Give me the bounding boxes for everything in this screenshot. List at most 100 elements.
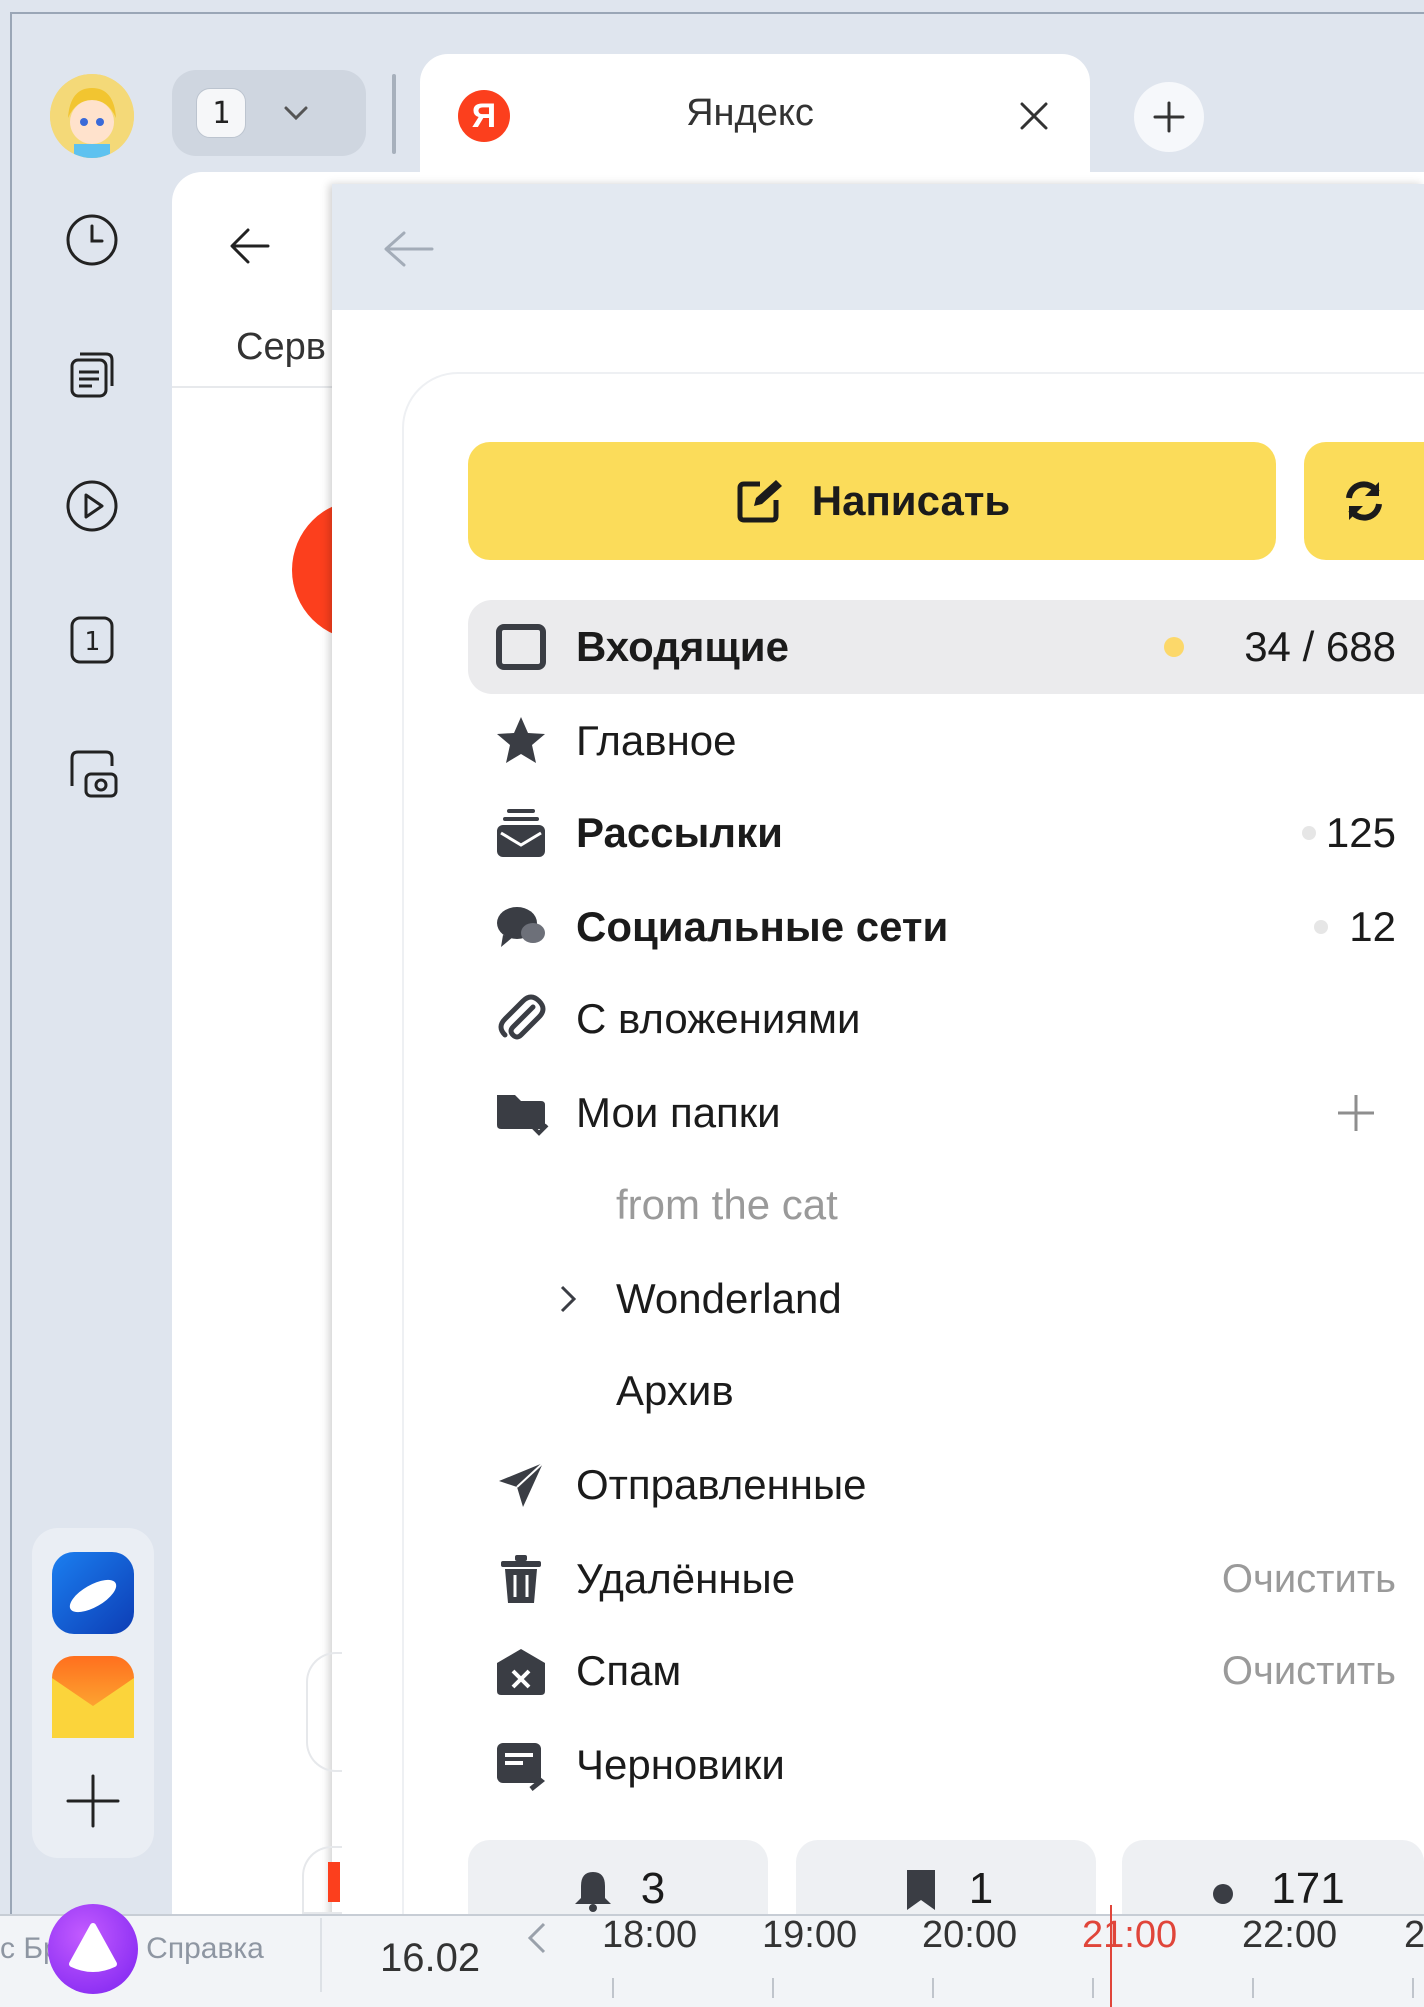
folder-label: from the cat — [616, 1181, 838, 1228]
paper-plane-icon — [492, 1456, 550, 1514]
partial-card — [306, 1652, 342, 1772]
folder-icon — [492, 1084, 550, 1142]
compose-button[interactable]: Написать — [468, 442, 1276, 560]
timeline-tick — [1412, 1978, 1414, 1998]
yandex-logo-icon: Я — [458, 90, 510, 142]
timeline-hour: 19:00 — [762, 1914, 858, 1956]
timeline-hour: 22:00 — [1242, 1914, 1338, 1956]
tab-separator — [392, 74, 396, 154]
back-arrow-icon[interactable] — [378, 224, 438, 274]
chevron-down-icon — [284, 106, 308, 121]
tab-title: Яндекс — [686, 92, 814, 134]
bell-icon — [574, 1872, 611, 1912]
folder-label: Спам — [576, 1647, 682, 1694]
timeline-tick — [772, 1978, 774, 1998]
folder-count: 12 — [1349, 903, 1396, 950]
tile-value: 1 — [968, 1864, 994, 1913]
tab-counter-button[interactable]: 1 — [172, 70, 366, 156]
newsletter-icon — [492, 804, 550, 862]
timeline-tick — [932, 1978, 934, 1998]
history-icon[interactable] — [52, 200, 132, 280]
folder-my-folders[interactable]: Мои папки — [468, 1066, 1424, 1160]
folder-label: Wonderland — [616, 1275, 842, 1322]
folder-deleted[interactable]: Удалённые Очистить — [468, 1532, 1424, 1626]
alice-assistant-icon[interactable] — [48, 1904, 138, 1994]
close-icon[interactable] — [1012, 94, 1056, 138]
folder-newsletters[interactable]: Рассылки 125 — [468, 786, 1424, 880]
folder-label: Черновики — [576, 1741, 785, 1788]
chevron-left-icon[interactable] — [520, 1918, 556, 1958]
folder-label: Социальные сети — [576, 903, 949, 950]
paperclip-icon — [492, 990, 550, 1048]
bookmark-icon — [906, 1870, 935, 1910]
trash-icon — [492, 1550, 550, 1608]
mail-panel-header — [332, 184, 1424, 310]
unread-dot — [1164, 637, 1184, 657]
folder-label: Отправленные — [576, 1461, 867, 1508]
clear-spam-link[interactable]: Очистить — [1222, 1649, 1396, 1694]
refresh-icon — [1346, 481, 1382, 521]
partial-logo — [328, 1862, 340, 1902]
tab-counter-icon[interactable]: 1 — [52, 600, 132, 680]
folder-sent[interactable]: Отправленные — [468, 1438, 1424, 1532]
folder-drafts[interactable]: Черновики — [468, 1718, 1424, 1812]
draft-icon — [492, 1736, 550, 1794]
timeline-hour: 20:00 — [922, 1914, 1018, 1956]
timeline-date: 16.02 — [380, 1936, 481, 1980]
folder-count: 34 / 688 — [1244, 623, 1396, 670]
tile-value: 3 — [640, 1864, 666, 1913]
add-folder-icon[interactable] — [1334, 1091, 1378, 1135]
folder-label: Входящие — [576, 623, 789, 670]
back-arrow-icon[interactable] — [222, 218, 278, 274]
folder-spam[interactable]: Спам Очистить — [468, 1624, 1424, 1718]
divider — [172, 386, 332, 388]
count-dot — [1314, 920, 1328, 934]
folder-attachments[interactable]: С вложениями — [468, 972, 1424, 1066]
clear-trash-link[interactable]: Очистить — [1222, 1557, 1396, 1602]
folder-archive[interactable]: Архив — [468, 1344, 1424, 1438]
folder-label: Архив — [616, 1367, 734, 1414]
folder-wonderland[interactable]: Wonderland — [468, 1252, 1424, 1346]
chat-icon — [492, 898, 550, 956]
screenshot-icon[interactable] — [52, 734, 132, 814]
timeline-hour: 2 — [1404, 1914, 1424, 1956]
add-app-icon[interactable] — [62, 1770, 124, 1832]
collections-icon[interactable] — [52, 334, 132, 414]
services-label: Серв — [236, 326, 326, 368]
refresh-button[interactable] — [1304, 442, 1424, 560]
svg-text:1: 1 — [84, 627, 100, 657]
folder-label: Главное — [576, 717, 737, 764]
inbox-icon — [492, 618, 550, 676]
folder-count: 125 — [1325, 809, 1396, 856]
mail-app-icon[interactable] — [52, 1656, 134, 1738]
folder-label: С вложениями — [576, 995, 861, 1042]
folder-inbox[interactable]: Входящие 34 / 688 — [468, 600, 1424, 694]
compose-icon — [737, 480, 782, 523]
compose-label: Написать — [811, 477, 1011, 524]
divider — [320, 1918, 372, 1992]
folder-label: Рассылки — [576, 809, 783, 856]
count-dot — [1302, 826, 1316, 840]
new-tab-button[interactable] — [1134, 82, 1204, 152]
spam-icon — [492, 1642, 550, 1700]
timeline-hour: 18:00 — [602, 1914, 698, 1956]
dot-icon — [1213, 1884, 1234, 1904]
timeline-now-marker — [1110, 1905, 1112, 2007]
timeline-tick — [1252, 1978, 1254, 1998]
tab-count: 1 — [196, 88, 246, 138]
folder-label: Удалённые — [576, 1555, 796, 1602]
timeline-tick — [612, 1978, 614, 1998]
timeline-hour-current: 21:00 — [1082, 1914, 1178, 1956]
profile-avatar[interactable] — [50, 74, 134, 158]
star-icon — [492, 712, 550, 770]
folder-label: Мои папки — [576, 1089, 781, 1136]
plus-icon — [1153, 101, 1185, 133]
folder-social[interactable]: Социальные сети 12 — [468, 880, 1424, 974]
chevron-right-icon[interactable] — [550, 1281, 586, 1317]
folder-from-the-cat[interactable]: from the cat — [468, 1158, 1424, 1252]
disk-app-icon[interactable] — [52, 1552, 134, 1634]
tile-value: 171 — [1271, 1864, 1345, 1913]
play-icon[interactable] — [52, 466, 132, 546]
timeline-tick — [1092, 1978, 1094, 1998]
folder-important[interactable]: Главное — [468, 694, 1424, 788]
